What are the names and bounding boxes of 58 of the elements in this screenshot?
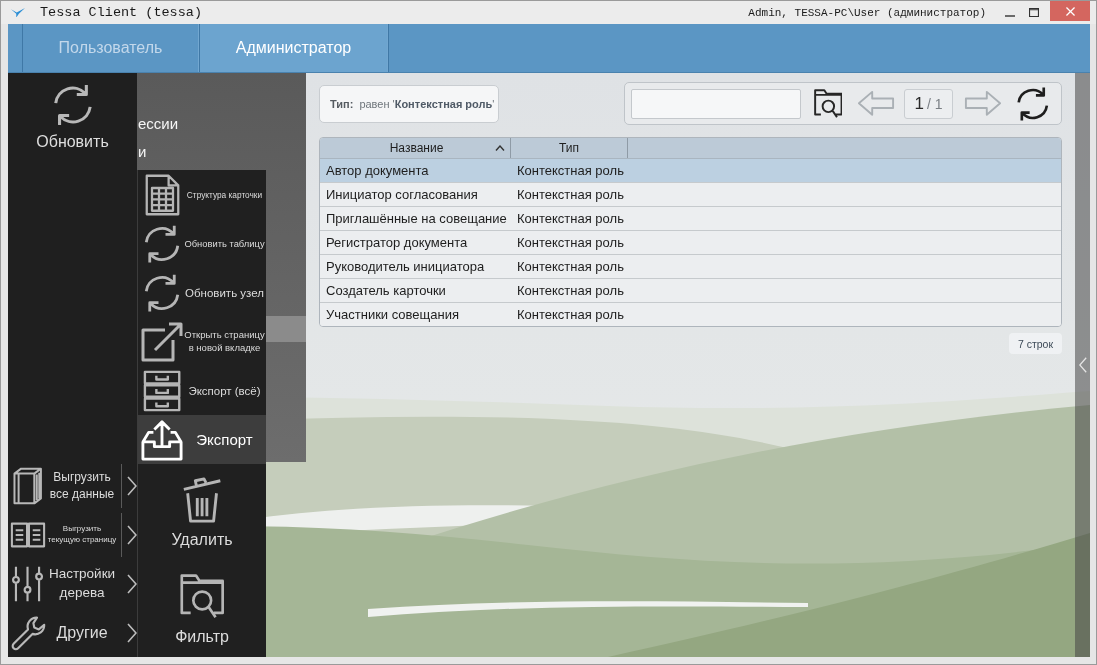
menu-item[interactable]: Экспорт bbox=[138, 415, 266, 464]
window-title: Tessa Client (tessa) bbox=[40, 5, 203, 20]
close-icon bbox=[1065, 6, 1075, 16]
table-cell-text: Создатель карточки bbox=[325, 282, 447, 300]
sliders-icon bbox=[11, 564, 45, 603]
table-row[interactable]: Автор документа Контекстная роль bbox=[320, 159, 1061, 183]
chevron-right-icon bbox=[127, 573, 137, 594]
submenu-item[interactable]: Другие bbox=[8, 608, 137, 657]
menu-item[interactable]: Обновить таблицу bbox=[138, 219, 266, 268]
table-cell-text: Инициатор согласования bbox=[325, 186, 479, 204]
table-cell-text: Контекстная роль bbox=[516, 186, 625, 204]
page-field[interactable]: 1 / 1 bbox=[904, 88, 953, 119]
menu-item[interactable]: Экспорт (всё) bbox=[138, 366, 266, 415]
table-cell-text: Контекстная роль bbox=[516, 234, 625, 252]
menu-item[interactable]: Структура карточки bbox=[138, 170, 266, 219]
menu-item[interactable]: Открыть страницу в новой вкладке bbox=[138, 317, 266, 366]
menu-item[interactable]: Фильтр bbox=[138, 560, 266, 657]
open-external-icon bbox=[141, 320, 183, 363]
side-panel-toggle[interactable] bbox=[1075, 73, 1090, 657]
table-cell-text: Контекстная роль bbox=[516, 282, 625, 300]
folder-search-icon bbox=[179, 571, 225, 620]
table-cell-text: Регистратор документа bbox=[325, 234, 469, 252]
tree-item[interactable]: ессии bbox=[138, 109, 182, 137]
upload-tray-icon bbox=[141, 418, 183, 461]
column-header[interactable]: Тип bbox=[511, 138, 628, 158]
filter-chip[interactable]: Тип: равен 'Контекстная роль' bbox=[319, 85, 500, 123]
submenu-item[interactable]: Выгрузить все данные bbox=[8, 461, 137, 510]
submenu-item[interactable]: Выгрузить текущую страницу bbox=[8, 510, 137, 559]
menu-item[interactable]: Обновить bbox=[8, 73, 137, 159]
tree-item[interactable]: и bbox=[138, 137, 150, 165]
submenu-item[interactable]: Настройки дерева bbox=[8, 559, 137, 608]
chevron-left-icon bbox=[1078, 357, 1087, 373]
table-cell-text: Руководитель инициатора bbox=[325, 258, 486, 276]
drawers-icon bbox=[142, 369, 182, 412]
menu-item[interactable]: Обновить узел bbox=[138, 268, 266, 317]
table-cell-text: Контекстная роль bbox=[516, 210, 625, 228]
arrow-right-icon bbox=[964, 90, 1002, 117]
folder-search-icon bbox=[813, 88, 843, 119]
table-cell-text: Контекстная роль bbox=[516, 306, 625, 324]
minimize-icon bbox=[1005, 14, 1015, 17]
column-header[interactable]: Название bbox=[320, 138, 511, 158]
arrow-left-icon bbox=[857, 90, 895, 117]
book-icon bbox=[12, 466, 44, 505]
table-cell-text: Контекстная роль bbox=[516, 258, 625, 276]
chevron-right-icon bbox=[127, 622, 137, 643]
chevron-right-icon bbox=[127, 475, 137, 496]
spreadsheet-icon bbox=[144, 173, 180, 216]
table-cell-text: Участники совещания bbox=[325, 306, 460, 324]
menu-item[interactable]: Удалить bbox=[138, 464, 266, 561]
chevron-right-icon bbox=[127, 524, 137, 545]
search-field[interactable] bbox=[631, 88, 801, 119]
app-icon bbox=[11, 7, 25, 18]
maximize-icon bbox=[1029, 7, 1039, 18]
table-cell-text: Автор документа bbox=[325, 162, 430, 180]
table-cell-text: Контекстная роль bbox=[516, 162, 625, 180]
table-cell-text: Приглашённые на совещание bbox=[325, 210, 508, 228]
user-label: Admin, TESSA-PC\User (администратор) bbox=[748, 6, 986, 19]
row-count-label: 7 строк bbox=[1008, 333, 1062, 354]
